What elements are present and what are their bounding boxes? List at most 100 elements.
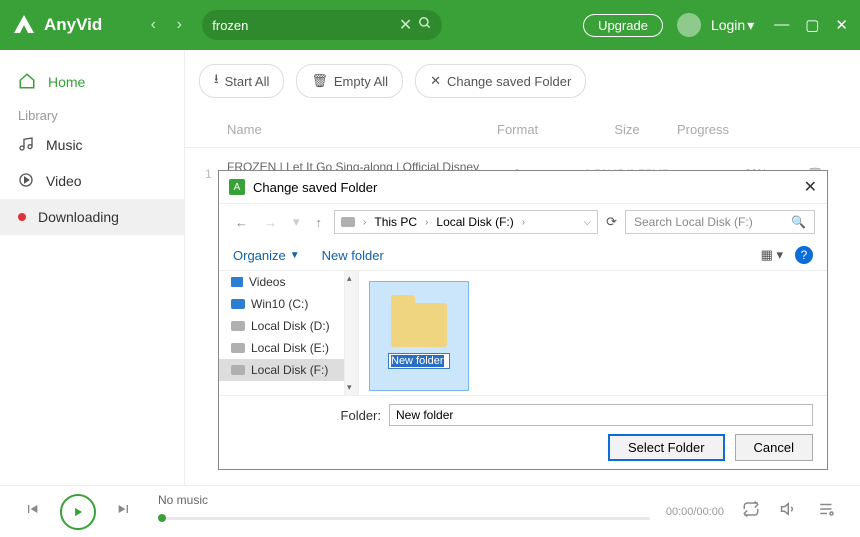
folder-name-edit[interactable]: New folder <box>388 353 450 369</box>
table-header: Name Format Size Progress <box>185 112 860 148</box>
back-icon[interactable]: ← <box>231 213 252 232</box>
upgrade-button[interactable]: Upgrade <box>583 14 663 37</box>
col-name: Name <box>227 122 497 137</box>
search-input[interactable] <box>212 18 399 33</box>
organize-label: Organize <box>233 248 286 263</box>
folder-field-input[interactable] <box>389 404 813 426</box>
change-folder-label: Change saved Folder <box>447 74 571 89</box>
track-area: No music <box>158 503 650 520</box>
login-button[interactable]: Login▾ <box>711 17 754 34</box>
maximize-icon[interactable]: ▢ <box>805 16 819 34</box>
player-right <box>742 500 836 523</box>
play-button[interactable] <box>60 494 96 530</box>
file-area[interactable]: New folder <box>359 271 827 395</box>
chevron-right-icon: › <box>363 217 366 228</box>
select-folder-button[interactable]: Select Folder <box>608 434 725 461</box>
sidebar: Home Library Music Video Downloading <box>0 50 185 485</box>
video-icon <box>18 172 34 191</box>
view-icon[interactable]: ▦ ▾ <box>761 247 783 263</box>
tree-item-videos[interactable]: Videos <box>219 271 358 293</box>
tree-item-d[interactable]: Local Disk (D:) <box>219 315 358 337</box>
dialog-toolbar: Organize ▼ New folder ▦ ▾ ? <box>219 240 827 271</box>
avatar[interactable] <box>677 13 701 37</box>
empty-all-button[interactable]: 🗑 Empty All <box>296 64 403 98</box>
search-icon: 🔍 <box>791 215 806 229</box>
download-dot-icon <box>18 213 26 221</box>
seek-bar[interactable] <box>158 517 650 520</box>
next-icon[interactable] <box>116 501 132 522</box>
window-controls: — ▢ ✕ <box>774 16 848 34</box>
up-icon[interactable]: ↑ <box>312 213 327 232</box>
sidebar-item-label: Home <box>48 74 85 90</box>
sidebar-item-video[interactable]: Video <box>0 163 184 199</box>
tree-item-f[interactable]: Local Disk (F:) <box>219 359 358 381</box>
folder-icon <box>391 303 447 347</box>
playlist-icon[interactable] <box>818 500 836 523</box>
drive-icon <box>231 299 245 309</box>
tree-item-e[interactable]: Local Disk (E:) <box>219 337 358 359</box>
chevron-down-icon[interactable]: ⌵ <box>584 217 592 228</box>
toolbar: ⭳ Start All 🗑 Empty All ✕ Change saved F… <box>185 50 860 112</box>
search-icon[interactable] <box>418 16 432 35</box>
new-folder-button[interactable]: New folder <box>322 248 384 263</box>
sidebar-item-label: Music <box>46 137 83 153</box>
previous-icon[interactable] <box>24 501 40 522</box>
organize-button[interactable]: Organize ▼ <box>233 248 300 263</box>
folder-tile[interactable]: New folder <box>369 281 469 391</box>
sidebar-item-label: Downloading <box>38 209 119 225</box>
sidebar-item-home[interactable]: Home <box>0 64 184 100</box>
minimize-icon[interactable]: — <box>774 16 789 34</box>
player-bar: No music 00:00/00:00 <box>0 485 860 537</box>
sidebar-item-music[interactable]: Music <box>0 127 184 163</box>
dialog-search[interactable]: Search Local Disk (F:) 🔍 <box>625 210 815 234</box>
dialog-buttons: Select Folder Cancel <box>233 434 813 461</box>
close-icon[interactable]: ✕ <box>804 177 817 197</box>
nav-back-icon[interactable]: ‹ <box>142 14 164 36</box>
path-bar[interactable]: › This PC › Local Disk (F:) › ⌵ <box>334 210 598 234</box>
tree-label: Local Disk (F:) <box>251 363 328 377</box>
nav-arrows: ‹ › <box>142 14 190 36</box>
dialog-views: ▦ ▾ ? <box>761 246 813 264</box>
sidebar-item-downloading[interactable]: Downloading <box>0 199 184 235</box>
seek-handle[interactable] <box>158 514 166 522</box>
tree-label: Win10 (C:) <box>251 297 308 311</box>
path-root[interactable]: This PC <box>374 215 417 229</box>
gear-icon: ✕ <box>430 73 441 89</box>
track-title: No music <box>158 493 208 507</box>
dialog-footer: Folder: Select Folder Cancel <box>219 395 827 469</box>
sidebar-item-label: Video <box>46 173 82 189</box>
drive-icon <box>231 321 245 331</box>
change-folder-button[interactable]: ✕ Change saved Folder <box>415 64 586 98</box>
scroll-up-icon[interactable]: ▴ <box>347 273 352 284</box>
trash-icon: 🗑 <box>311 73 328 89</box>
tree-item-c[interactable]: Win10 (C:) <box>219 293 358 315</box>
empty-all-label: Empty All <box>334 74 388 89</box>
music-icon <box>18 136 34 155</box>
app-name: AnyVid <box>44 15 102 35</box>
forward-icon[interactable]: → <box>260 213 281 232</box>
help-icon[interactable]: ? <box>795 246 813 264</box>
folder-tree: Videos Win10 (C:) Local Disk (D:) Local … <box>219 271 359 395</box>
cancel-button[interactable]: Cancel <box>735 434 813 461</box>
login-label: Login <box>711 17 745 33</box>
volume-icon[interactable] <box>780 500 798 523</box>
refresh-icon[interactable]: ⟳ <box>606 214 617 230</box>
dropdown-icon: ▾ <box>747 17 754 34</box>
clear-icon[interactable]: ✕ <box>399 15 412 35</box>
search-box: ✕ <box>202 10 442 40</box>
start-all-button[interactable]: ⭳ Start All <box>199 64 284 98</box>
tree-label: Local Disk (E:) <box>251 341 329 355</box>
path-crumb[interactable]: Local Disk (F:) <box>436 215 513 229</box>
folder-name-text: New folder <box>391 355 444 367</box>
drive-icon <box>231 343 245 353</box>
start-all-label: Start All <box>225 74 270 89</box>
chevron-down-icon: ▼ <box>290 250 300 261</box>
dialog-body: Videos Win10 (C:) Local Disk (D:) Local … <box>219 271 827 395</box>
scroll-down-icon[interactable]: ▾ <box>347 382 352 393</box>
tree-label: Local Disk (D:) <box>251 319 330 333</box>
repeat-icon[interactable] <box>742 500 760 523</box>
close-icon[interactable]: ✕ <box>835 16 848 34</box>
scrollbar[interactable]: ▴ ▾ <box>344 271 358 395</box>
recent-icon[interactable]: ▾ <box>289 212 304 232</box>
nav-forward-icon[interactable]: › <box>168 14 190 36</box>
